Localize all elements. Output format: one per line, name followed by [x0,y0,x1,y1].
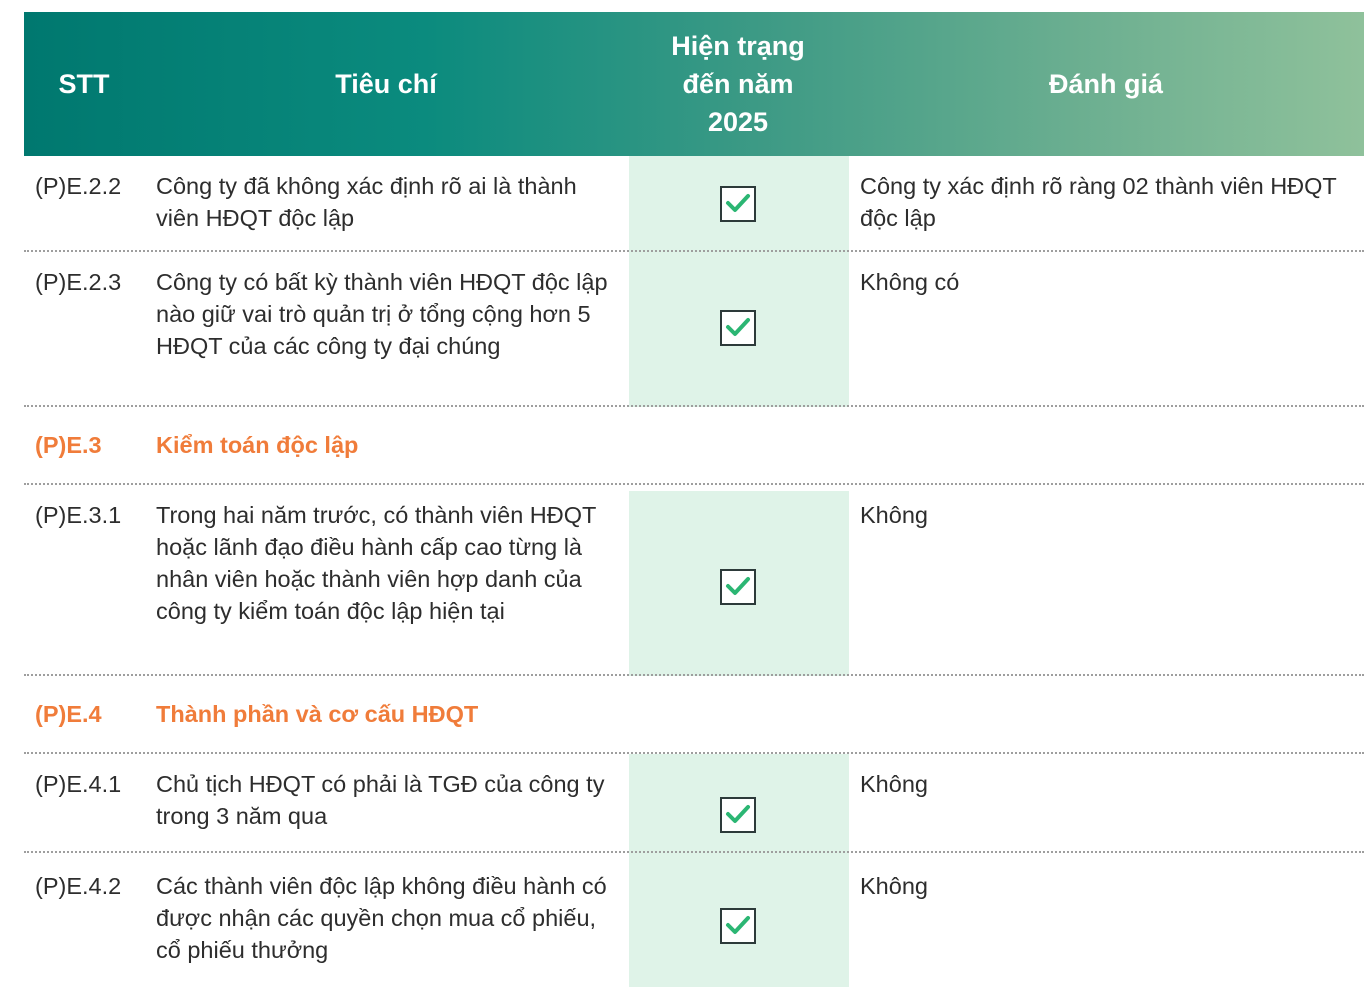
row-evaluation: Công ty xác định rõ ràng 02 thành viên H… [860,173,1337,231]
row-id: (P)E.2.3 [35,269,122,295]
row-status [629,170,849,250]
row-status [629,768,849,851]
row-criteria: Công ty có bất kỳ thành viên HĐQT độc lậ… [156,269,608,359]
row-status [629,499,849,674]
row-id: (P)E.3.1 [35,502,122,528]
section-title: Kiểm toán độc lập [156,431,359,458]
table-header: STT Tiêu chí Hiện trạng đến năm 2025 Đán… [24,12,1364,156]
row-evaluation: Không [860,502,928,528]
row-evaluation: Không có [860,269,960,295]
row-criteria: Trong hai năm trước, có thành viên HĐQT … [156,502,596,624]
row-evaluation: Không [860,873,928,899]
header-criteria: Tiêu chí [335,68,437,99]
header-stt: STT [58,68,110,99]
row-status [629,870,849,993]
checkbox-checked-icon [720,569,756,605]
row-id: (P)E.4.1 [35,771,122,797]
section-id: (P)E.3 [35,431,102,458]
section-header: (P)E.4 Thành phần và cơ cấu HĐQT [24,676,1364,754]
table-row: (P)E.4.2 Các thành viên độc lập không đi… [24,853,1364,993]
row-criteria: Chủ tịch HĐQT có phải là TGĐ của công ty… [156,771,605,829]
table-row: (P)E.4.1 Chủ tịch HĐQT có phải là TGĐ củ… [24,754,1364,853]
row-criteria: Công ty đã không xác định rõ ai là thành… [156,173,577,231]
row-id: (P)E.2.2 [35,173,122,199]
checkbox-checked-icon [720,186,756,222]
header-evaluation: Đánh giá [1048,68,1163,99]
table-row: (P)E.2.3 Công ty có bất kỳ thành viên HĐ… [24,252,1364,407]
table-row: (P)E.2.2 Công ty đã không xác định rõ ai… [24,156,1364,252]
section-id: (P)E.4 [35,700,102,727]
section-header: (P)E.3 Kiểm toán độc lập [24,407,1364,485]
row-criteria: Các thành viên độc lập không điều hành c… [156,873,607,963]
checkbox-checked-icon [720,908,756,944]
table-row: (P)E.3.1 Trong hai năm trước, có thành v… [24,485,1364,676]
criteria-table: STT Tiêu chí Hiện trạng đến năm 2025 Đán… [24,12,1364,993]
header-status-label: Hiện trạng đến năm 2025 [671,31,805,137]
checkbox-checked-icon [720,310,756,346]
header-status: Hiện trạng đến năm 2025 [628,27,848,141]
row-status [629,266,849,405]
row-evaluation: Không [860,771,928,797]
row-id: (P)E.4.2 [35,873,122,899]
checkbox-checked-icon [720,797,756,833]
section-title: Thành phần và cơ cấu HĐQT [156,700,479,727]
